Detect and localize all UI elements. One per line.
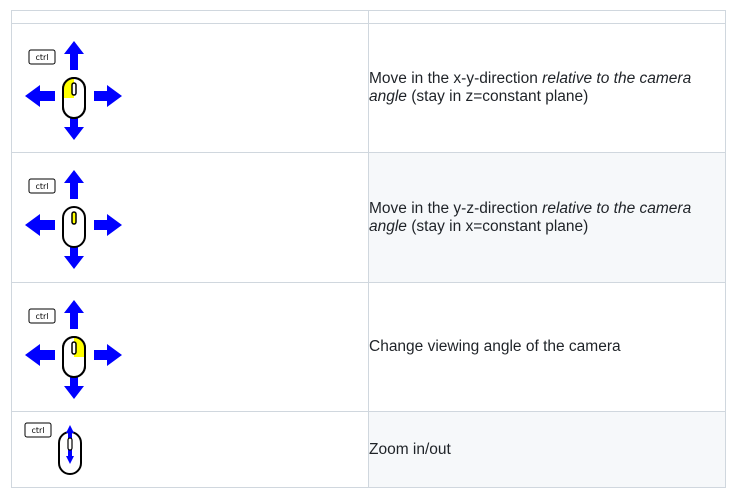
ctrl-key-label: ctrl [35, 312, 48, 321]
ctrl-wheel-drag-icon: ctrl [25, 170, 122, 269]
ctrl-key-label: ctrl [35, 53, 48, 62]
description-cell: Move in the x-y-direction relative to th… [368, 23, 726, 153]
mouse-controls-table: ctrl Move in the x-y-direction relative … [11, 10, 726, 488]
ctrl-key-label: ctrl [31, 426, 44, 435]
icon-cell: ctrl [11, 152, 369, 283]
description-text: Move in the y-z-direction [369, 199, 543, 217]
description-text: Change viewing angle of the camera [369, 338, 621, 355]
description-suffix: (stay in z=constant plane) [406, 88, 589, 105]
description-text: Zoom in/out [369, 440, 451, 458]
description-cell: Change viewing angle of the camera [368, 282, 726, 412]
table-row: ctrl Zoom in/out [11, 411, 726, 488]
table-row: ctrl Change viewing angle of the camera [11, 282, 726, 412]
ctrl-key-label: ctrl [35, 182, 48, 191]
description-text: Move in the x-y-direction [369, 70, 543, 87]
table-header-row [11, 10, 726, 24]
ctrl-right-drag-icon: ctrl [25, 300, 122, 399]
table-row: ctrl Move in the x-y-direction relative … [11, 23, 726, 153]
description-cell: Move in the y-z-direction relative to th… [368, 152, 726, 283]
description-cell: Zoom in/out [368, 411, 726, 488]
ctrl-scroll-icon: ctrl [24, 422, 82, 475]
icon-cell: ctrl [11, 411, 369, 488]
header-cell-description [368, 10, 726, 24]
header-cell-icon [11, 10, 369, 24]
table-row: ctrl Move in the y-z-direction relative … [11, 152, 726, 283]
ctrl-left-drag-icon: ctrl [25, 41, 122, 140]
icon-cell: ctrl [11, 23, 369, 153]
description-suffix: (stay in x=constant plane) [406, 217, 589, 235]
icon-cell: ctrl [11, 282, 369, 412]
